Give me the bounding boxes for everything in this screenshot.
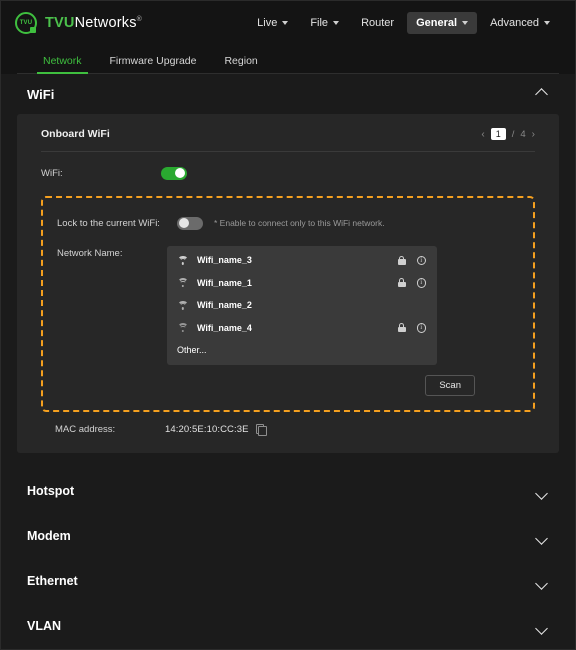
brand-name: TVUNetworks® [45, 15, 142, 31]
chevron-up-icon[interactable] [536, 88, 549, 101]
app-window: TVU TVUNetworks® Live File Router Genera… [0, 0, 576, 650]
brand-logo[interactable]: TVU TVUNetworks® [15, 12, 142, 34]
pagination-total-pages: 4 [520, 128, 526, 140]
tab-network[interactable]: Network [29, 55, 96, 74]
nav-item-router-label: Router [361, 17, 395, 29]
chevron-down-icon [282, 21, 289, 25]
nav-item-advanced-label: Advanced [490, 17, 539, 29]
accordion-modem[interactable]: Modem [1, 514, 575, 559]
chevron-down-icon[interactable] [536, 485, 549, 498]
pagination-current-page[interactable]: 1 [490, 128, 506, 140]
lock-wifi-hint: * Enable to connect only to this WiFi ne… [214, 218, 385, 228]
wifi-enable-row: WiFi: [41, 158, 535, 188]
tab-region[interactable]: Region [210, 55, 271, 74]
network-item-icons: i [397, 255, 426, 265]
chevron-down-icon[interactable] [536, 620, 549, 633]
list-item[interactable]: Wifi_name_4 i [167, 317, 437, 340]
lock-icon [397, 278, 406, 288]
network-other-label: Other... [177, 345, 207, 356]
nav-item-advanced[interactable]: Advanced [481, 12, 559, 34]
wifi-card: Onboard WiFi ‹ 1 / 4 › WiFi: Lock to the… [17, 114, 559, 453]
copy-icon[interactable] [255, 424, 267, 436]
network-ssid: Wifi_name_2 [197, 300, 252, 311]
network-list: Wifi_name_3 i Wifi_name_1 i Wifi_name_2 … [167, 246, 437, 365]
chevron-down-icon[interactable] [536, 530, 549, 543]
info-icon[interactable]: i [416, 323, 426, 333]
mac-address-row: MAC address: 14:20:5E:10:CC:3E [41, 423, 535, 436]
top-bar: TVU TVUNetworks® Live File Router Genera… [1, 1, 575, 45]
brand-name-white: Networks [74, 15, 137, 31]
accordion-ethernet[interactable]: Ethernet [1, 559, 575, 604]
network-ssid: Wifi_name_4 [197, 322, 252, 333]
mac-address-label: MAC address: [55, 423, 116, 435]
wifi-signal-icon [177, 323, 188, 333]
nav-item-live[interactable]: Live [248, 12, 297, 34]
wifi-signal-icon [177, 300, 188, 310]
onboard-wifi-title: Onboard WiFi [41, 128, 110, 140]
lock-wifi-label: Lock to the current WiFi: [57, 217, 160, 229]
lock-wifi-toggle[interactable] [177, 216, 203, 230]
page-title: WiFi [27, 86, 55, 102]
chevron-down-icon[interactable] [536, 575, 549, 588]
network-ssid: Wifi_name_3 [197, 255, 252, 266]
accordion-vlan[interactable]: VLAN [1, 604, 575, 649]
tvu-logo-icon: TVU [15, 12, 37, 34]
info-icon[interactable]: i [416, 255, 426, 265]
network-item-icons: i [397, 278, 426, 288]
list-item[interactable]: Wifi_name_2 [167, 294, 437, 317]
brand-name-green: TVU [45, 15, 75, 31]
nav-item-live-label: Live [257, 17, 278, 29]
list-item[interactable]: Wifi_name_1 i [167, 272, 437, 295]
nav-item-file-label: File [310, 17, 329, 29]
mac-address-value: 14:20:5E:10:CC:3E [165, 423, 249, 435]
nav-item-general[interactable]: General [407, 12, 478, 34]
wifi-enable-toggle[interactable] [161, 166, 187, 180]
wifi-signal-icon [177, 278, 188, 288]
lock-icon [397, 255, 406, 265]
network-name-row: Network Name: Wifi_name_3 i Wifi_name_1 … [57, 246, 523, 365]
accordion-vlan-label: VLAN [27, 619, 62, 633]
tab-firmware-upgrade[interactable]: Firmware Upgrade [96, 55, 211, 74]
accordion-hotspot-label: Hotspot [27, 484, 75, 498]
chevron-down-icon [333, 21, 340, 25]
highlight-region: Lock to the current WiFi: * Enable to co… [41, 196, 535, 412]
wifi-pagination: ‹ 1 / 4 › [481, 128, 535, 140]
scan-button-wrap: Scan [57, 374, 523, 396]
toggle-knob [175, 168, 185, 178]
pagination-next-button[interactable]: › [532, 129, 535, 140]
network-name-label: Network Name: [57, 248, 123, 259]
network-ssid: Wifi_name_1 [197, 277, 252, 288]
nav-item-router[interactable]: Router [352, 12, 403, 34]
nav-item-general-label: General [416, 17, 458, 29]
chevron-down-icon [544, 21, 550, 25]
sub-tab-bar: Network Firmware Upgrade Region [1, 45, 575, 74]
wifi-enable-label: WiFi: [41, 167, 63, 179]
lock-icon [397, 323, 406, 333]
logo-mark-text: TVU [19, 20, 33, 26]
accordion-ethernet-label: Ethernet [27, 574, 78, 588]
toggle-knob [179, 218, 189, 228]
onboard-wifi-header: Onboard WiFi ‹ 1 / 4 › [41, 128, 535, 152]
brand-registered-mark: ® [136, 16, 142, 24]
chevron-down-icon [462, 21, 469, 25]
accordion-hotspot[interactable]: Hotspot [1, 469, 575, 514]
top-navigation: Live File Router General Advanced [248, 12, 559, 34]
network-item-icons: i [397, 323, 426, 333]
list-item-other[interactable]: Other... [167, 339, 437, 362]
pagination-separator: / [511, 128, 515, 140]
list-item[interactable]: Wifi_name_3 i [167, 249, 437, 272]
accordion-modem-label: Modem [27, 529, 71, 543]
lock-wifi-row: Lock to the current WiFi: * Enable to co… [57, 210, 523, 236]
main-content: WiFi Onboard WiFi ‹ 1 / 4 › WiFi: Lock t… [1, 74, 575, 649]
wifi-section-header[interactable]: WiFi [1, 74, 575, 114]
scan-button[interactable]: Scan [425, 374, 475, 396]
info-icon[interactable]: i [416, 278, 426, 288]
wifi-signal-icon [177, 255, 188, 265]
nav-item-file[interactable]: File [301, 12, 348, 34]
pagination-prev-button[interactable]: ‹ [481, 129, 484, 140]
